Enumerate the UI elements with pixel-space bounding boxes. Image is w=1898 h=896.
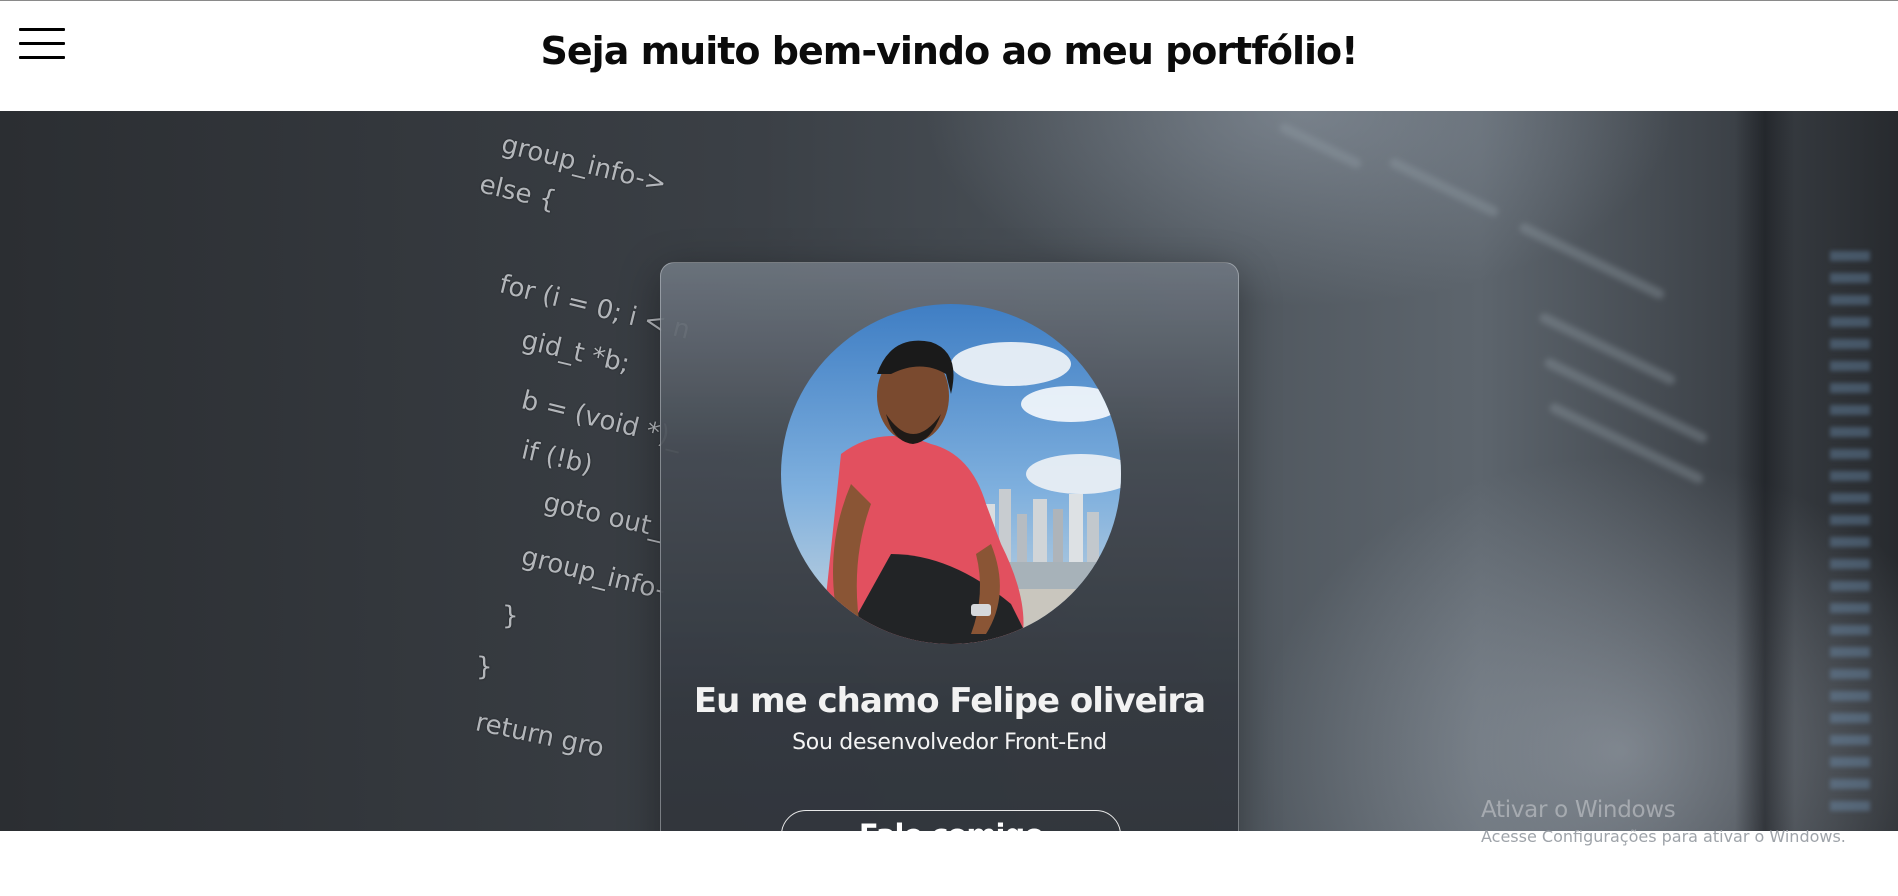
blurred-code-fragment: [1537, 311, 1678, 387]
blurred-code-fragment: [1517, 221, 1666, 301]
profile-role: Sou desenvolvedor Front-End: [792, 730, 1107, 755]
blurred-code-fragment: [1547, 401, 1705, 486]
code-line: group_info-: [518, 541, 669, 607]
code-line: }: [476, 652, 493, 682]
background-code-snippet: group_info-> else { for (i = 0; i < n gi…: [440, 111, 693, 831]
page-title: Seja muito bem-vindo ao meu portfólio!: [540, 29, 1359, 73]
profile-photo: [781, 304, 1121, 644]
profile-photo-illustration: [781, 304, 1121, 644]
background-monitor-edge: [1735, 111, 1795, 831]
blurred-code-fragment: [1387, 156, 1501, 219]
blurred-code-fragment: [1277, 121, 1364, 170]
code-line: }: [502, 601, 519, 631]
code-line: goto out_: [540, 487, 667, 545]
top-header: Seja muito bem-vindo ao meu portfólio!: [0, 0, 1898, 111]
code-line: return gro: [472, 707, 607, 764]
blurred-code-fragment: [1542, 356, 1709, 445]
background-code-gutter: [1830, 251, 1870, 811]
code-line: gid_t *b;: [518, 325, 633, 380]
hero-section: group_info-> else { for (i = 0; i < n gi…: [0, 111, 1898, 831]
profile-name: Eu me chamo Felipe oliveira: [693, 681, 1206, 721]
code-line: else {: [476, 169, 559, 217]
profile-card: Eu me chamo Felipe oliveira Sou desenvol…: [660, 262, 1239, 831]
code-line: if (!b): [518, 435, 596, 481]
contact-button[interactable]: Fale comigo: [781, 810, 1121, 831]
